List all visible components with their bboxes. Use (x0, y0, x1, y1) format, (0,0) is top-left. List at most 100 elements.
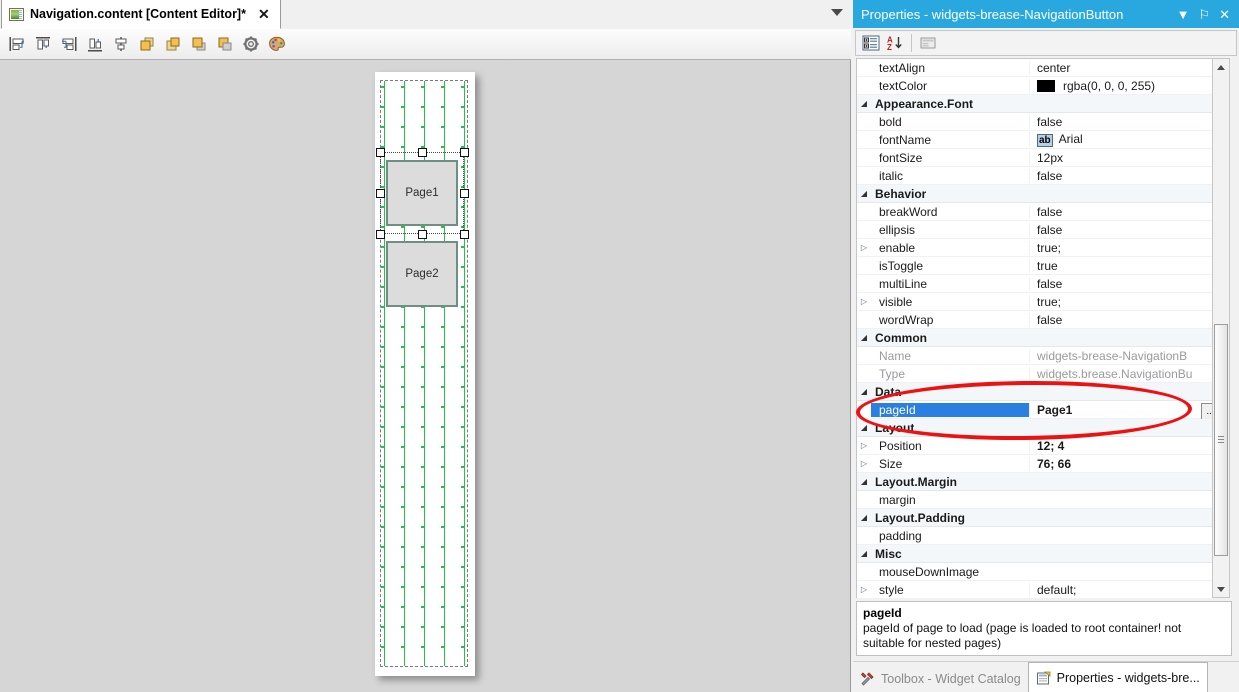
expand-triangle-icon[interactable]: ▷ (857, 441, 871, 450)
property-row-italic[interactable]: italic false (857, 167, 1222, 185)
panel-menu-icon[interactable]: ▼ (1177, 8, 1190, 21)
property-value[interactable]: true; (1029, 294, 1222, 309)
property-row-ellipsis[interactable]: ellipsis false (857, 221, 1222, 239)
expand-triangle-icon[interactable]: ▷ (857, 585, 871, 594)
collapse-triangle-icon[interactable]: ◢ (857, 189, 871, 198)
property-row-type[interactable]: Type widgets.brease.NavigationBu (857, 365, 1222, 383)
property-row-bold[interactable]: bold false (857, 113, 1222, 131)
property-row-pageid[interactable]: pageId Page1... (857, 401, 1222, 420)
property-row-breakword[interactable]: breakWord false (857, 203, 1222, 221)
expand-triangle-icon[interactable]: ▷ (857, 243, 871, 252)
property-row-multiline[interactable]: multiLine false (857, 275, 1222, 293)
collapse-triangle-icon[interactable]: ◢ (857, 549, 871, 558)
property-row-textcolor[interactable]: textColor rgba(0, 0, 0, 255) (857, 77, 1222, 95)
property-row-wordwrap[interactable]: wordWrap false (857, 311, 1222, 329)
property-value[interactable]: widgets-brease-NavigationB (1029, 348, 1222, 363)
bring-forward-button[interactable] (186, 32, 212, 57)
send-backward-button[interactable] (212, 32, 238, 57)
property-value[interactable]: false (1029, 204, 1222, 219)
align-left-button[interactable] (4, 32, 30, 57)
expand-triangle-icon[interactable]: ▷ (857, 297, 871, 306)
property-row-fontsize[interactable]: fontSize 12px (857, 149, 1222, 167)
property-row-enable[interactable]: ▷ enable true; (857, 239, 1222, 257)
settings-gear-button[interactable] (238, 32, 264, 57)
align-bottom-button[interactable] (82, 32, 108, 57)
property-value[interactable]: false (1029, 114, 1222, 129)
property-value[interactable]: rgba(0, 0, 0, 255) (1029, 78, 1222, 93)
property-value[interactable]: 12px (1029, 150, 1222, 165)
property-category-layout[interactable]: ◢ Layout (857, 419, 1222, 437)
palette-button[interactable] (264, 32, 290, 57)
resize-handle-se[interactable] (460, 230, 469, 239)
design-canvas[interactable]: Page1 Page2 (0, 60, 851, 692)
send-to-back-button[interactable] (160, 32, 186, 57)
resize-handle-w[interactable] (376, 189, 385, 198)
property-row-position[interactable]: ▷ Position 12; 4 (857, 437, 1222, 455)
align-top-button[interactable] (30, 32, 56, 57)
property-value[interactable]: false (1029, 222, 1222, 237)
property-value[interactable]: true (1029, 258, 1222, 273)
property-value[interactable]: 76; 66 (1029, 456, 1222, 471)
collapse-triangle-icon[interactable]: ◢ (857, 513, 871, 522)
bring-to-front-button[interactable] (134, 32, 160, 57)
resize-handle-sw[interactable] (376, 230, 385, 239)
property-row-size[interactable]: ▷ Size 76; 66 (857, 455, 1222, 473)
property-value[interactable]: false (1029, 312, 1222, 327)
categorized-view-button[interactable] (859, 32, 883, 54)
property-row-fontname[interactable]: fontName ab Arial (857, 131, 1222, 149)
expand-triangle-icon[interactable]: ▷ (857, 459, 871, 468)
property-value[interactable]: widgets.brease.NavigationBu (1029, 366, 1222, 381)
collapse-triangle-icon[interactable]: ◢ (857, 333, 871, 342)
resize-handle-s[interactable] (418, 230, 427, 239)
navigation-button-page2[interactable]: Page2 (386, 241, 458, 307)
collapse-triangle-icon[interactable]: ◢ (857, 99, 871, 108)
property-row-style[interactable]: ▷ style default; (857, 581, 1222, 598)
scrollbar-thumb[interactable] (1214, 324, 1228, 556)
property-value[interactable]: default; (1029, 582, 1222, 597)
property-row-istoggle[interactable]: isToggle true (857, 257, 1222, 275)
property-row-textalign[interactable]: textAlign center (857, 59, 1222, 77)
property-row-margin[interactable]: margin (857, 491, 1222, 509)
property-row-padding[interactable]: padding (857, 527, 1222, 545)
alphabetical-sort-button[interactable]: A Z (883, 32, 907, 54)
property-value[interactable]: false (1029, 168, 1222, 183)
property-pages-button[interactable] (916, 32, 940, 54)
property-value[interactable]: ab Arial (1029, 132, 1222, 147)
resize-handle-ne[interactable] (460, 148, 469, 157)
property-category-layout-margin[interactable]: ◢ Layout.Margin (857, 473, 1222, 491)
property-category-layout-padding[interactable]: ◢ Layout.Padding (857, 509, 1222, 527)
property-value[interactable]: center (1029, 60, 1222, 75)
align-center-button[interactable] (108, 32, 134, 57)
collapse-triangle-icon[interactable]: ◢ (857, 423, 871, 432)
property-category-data[interactable]: ◢ Data (857, 383, 1222, 401)
property-row-mousedownimage[interactable]: mouseDownImage (857, 563, 1222, 581)
chevron-down-icon[interactable] (831, 9, 843, 16)
property-category-misc[interactable]: ◢ Misc (857, 545, 1222, 563)
pin-icon[interactable]: ⚐ (1198, 8, 1210, 21)
property-category-appearance-font[interactable]: ◢ Appearance.Font (857, 95, 1222, 113)
property-name: enable (879, 240, 916, 255)
collapse-triangle-icon[interactable]: ◢ (857, 387, 871, 396)
close-icon[interactable]: ✕ (256, 7, 272, 21)
properties-grid[interactable]: textAlign center textColor rgba(0, 0, 0, 25… (856, 58, 1222, 598)
property-row-name[interactable]: Name widgets-brease-NavigationB (857, 347, 1222, 365)
scroll-down-icon[interactable] (1213, 581, 1229, 597)
resize-handle-e[interactable] (460, 189, 469, 198)
tab-properties[interactable]: Properties - widgets-bre... (1027, 662, 1208, 692)
tab-toolbox-widget-catalog[interactable]: Toolbox - Widget Catalog (853, 664, 1028, 692)
property-value[interactable]: Page1 (1029, 402, 1222, 417)
property-row-visible[interactable]: ▷ visible true; (857, 293, 1222, 311)
editor-tab-navigation-content[interactable]: Navigation.content [Content Editor]* ✕ (1, 0, 281, 29)
collapse-triangle-icon[interactable]: ◢ (857, 477, 871, 486)
align-right-button[interactable] (56, 32, 82, 57)
property-category-behavior[interactable]: ◢ Behavior (857, 185, 1222, 203)
resize-handle-nw[interactable] (376, 148, 385, 157)
close-icon[interactable]: ✕ (1219, 8, 1230, 21)
property-value[interactable]: true; (1029, 240, 1222, 255)
resize-handle-n[interactable] (418, 148, 427, 157)
property-value[interactable]: 12; 4 (1029, 438, 1222, 453)
property-category-common[interactable]: ◢ Common (857, 329, 1222, 347)
properties-scrollbar[interactable] (1212, 58, 1230, 598)
property-value[interactable]: false (1029, 276, 1222, 291)
scroll-up-icon[interactable] (1213, 59, 1229, 75)
